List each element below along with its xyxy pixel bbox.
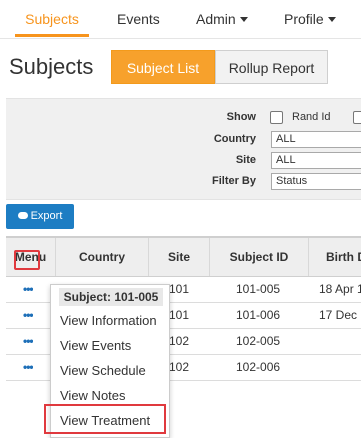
export-button[interactable]: Export — [6, 204, 74, 229]
row-site: 101 — [169, 308, 190, 322]
row-subject-id: 101-006 — [236, 308, 281, 322]
show-label: Show — [226, 111, 256, 123]
menu-button-highlight — [14, 250, 40, 270]
menu-item-view-notes[interactable]: View Notes — [60, 388, 126, 403]
site-label: Site — [235, 154, 256, 166]
nav-subjects-label: Subjects — [25, 11, 79, 27]
col-birth-date[interactable]: Birth D — [309, 238, 361, 276]
row-subject-id: 102-006 — [236, 360, 281, 374]
menu-item-view-information[interactable]: View Information — [60, 313, 157, 328]
nav-profile[interactable]: Profile — [284, 0, 336, 34]
row-subject-id: 102-005 — [236, 334, 281, 348]
country-select-value: ALL — [276, 133, 296, 145]
export-button-label: Export — [30, 210, 63, 222]
filter-panel: Show Rand Id Country ALL Site ALL Filter… — [6, 98, 361, 200]
nav-admin-label: Admin — [196, 11, 236, 27]
row-subject-id: 101-005 — [236, 282, 281, 296]
table-header: Menu Country Site Subject ID Birth D — [6, 236, 361, 277]
cloud-download-icon — [17, 211, 28, 219]
country-label: Country — [213, 133, 256, 145]
col-country[interactable]: Country — [56, 238, 149, 276]
filter-by-select[interactable]: Status — [271, 173, 361, 190]
view-treatment-highlight — [44, 404, 166, 434]
tab-subject-list-label: Subject List — [126, 60, 200, 76]
col-site[interactable]: Site — [149, 238, 210, 276]
nav-admin[interactable]: Admin — [196, 0, 248, 34]
rand-id-label: Rand Id — [292, 111, 331, 123]
tab-rollup-report-label: Rollup Report — [228, 60, 315, 76]
filter-by-select-value: Status — [276, 175, 308, 187]
tab-rollup-report[interactable]: Rollup Report — [215, 50, 328, 84]
nav-events-label: Events — [117, 11, 160, 27]
context-menu-header: Subject: 101-005 — [59, 288, 163, 306]
menu-item-view-events[interactable]: View Events — [60, 338, 131, 353]
col-subject-id[interactable]: Subject ID — [210, 238, 309, 276]
nav-subjects[interactable]: Subjects — [15, 0, 89, 37]
row-birth-date: 17 Dec 1 — [319, 308, 361, 322]
filter-by-label: Filter By — [211, 175, 256, 187]
top-nav: Subjects Events Admin Profile — [0, 0, 361, 38]
nav-events[interactable]: Events — [117, 0, 160, 34]
row-menu-button[interactable]: ••• — [23, 277, 33, 302]
rand-id-checkbox[interactable] — [270, 111, 283, 124]
row-birth-date: 18 Apr 1 — [319, 282, 361, 296]
row-site: 102 — [169, 360, 190, 374]
chevron-down-icon — [239, 16, 248, 22]
site-select[interactable]: ALL — [271, 152, 361, 169]
nav-divider — [0, 38, 361, 39]
extra-checkbox[interactable] — [353, 111, 361, 124]
tab-subject-list[interactable]: Subject List — [111, 50, 215, 84]
chevron-down-icon — [327, 16, 336, 22]
row-menu-button[interactable]: ••• — [23, 329, 33, 354]
row-site: 101 — [169, 282, 190, 296]
menu-item-view-schedule[interactable]: View Schedule — [60, 363, 146, 378]
row-menu-button[interactable]: ••• — [23, 303, 33, 328]
row-menu-button[interactable]: ••• — [23, 355, 33, 380]
page-title: Subjects — [9, 54, 94, 79]
nav-profile-label: Profile — [284, 11, 324, 27]
country-select[interactable]: ALL — [271, 131, 361, 148]
site-select-value: ALL — [276, 154, 296, 166]
row-site: 102 — [169, 334, 190, 348]
